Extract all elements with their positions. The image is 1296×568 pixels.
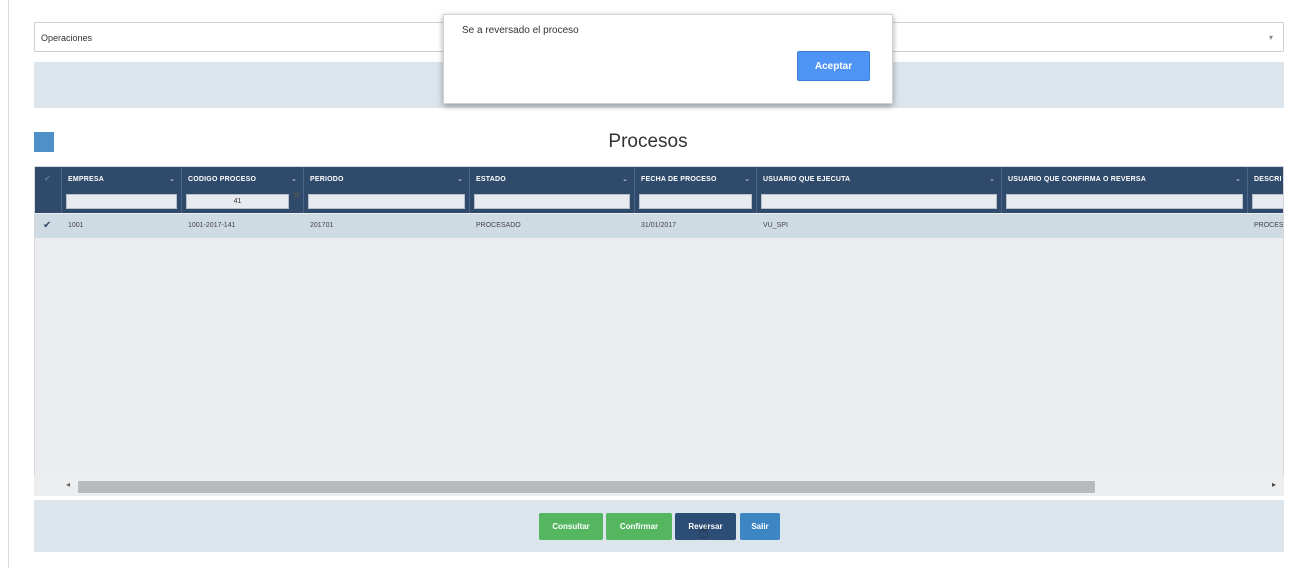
cell-empresa: 1001: [68, 222, 84, 229]
filter-input-periodo[interactable]: [308, 194, 465, 209]
column-label: USUARIO QUE EJECUTA: [763, 176, 851, 183]
column-label: EMPRESA: [68, 176, 105, 183]
column-label: ESTADO: [476, 176, 506, 183]
consultar-button[interactable]: Consultar: [539, 513, 603, 540]
cell-estado: PROCESADO: [476, 222, 521, 229]
filter-input-codigo-proceso[interactable]: 41: [186, 194, 289, 209]
select-all-check-icon[interactable]: ✔: [44, 174, 51, 183]
column-periodo[interactable]: PERIODO ⌄: [304, 167, 470, 213]
page-left-border: [8, 0, 9, 568]
column-fecha-de-proceso[interactable]: FECHA DE PROCESO ⌄: [635, 167, 757, 213]
hand-cursor-icon: ☝: [698, 522, 709, 542]
column-empresa[interactable]: EMPRESA ⌄: [62, 167, 182, 213]
column-label: FECHA DE PROCESO: [641, 176, 717, 183]
dialog-message: Se a reversado el proceso: [462, 25, 579, 36]
column-codigo-proceso[interactable]: CODIGO PROCESO ⌄ 41 ✕: [182, 167, 304, 213]
sort-chevron-icon[interactable]: ⌄: [291, 175, 297, 183]
table-row[interactable]: ✔ 1001 1001-2017-141 201701 PROCESADO 31…: [35, 214, 1284, 238]
chevron-down-icon[interactable]: ▾: [1269, 23, 1273, 53]
column-usuario-que-confirma[interactable]: USUARIO QUE CONFIRMA O REVERSA ⌄: [1002, 167, 1248, 213]
cell-periodo: 201701: [310, 222, 334, 229]
filter-input-empresa[interactable]: [66, 194, 177, 209]
sort-chevron-icon[interactable]: ⌄: [744, 175, 750, 183]
alert-dialog: Se a reversado el proceso Aceptar: [443, 14, 893, 104]
scroll-right-icon[interactable]: ▸: [1272, 480, 1276, 489]
select-all-column[interactable]: ✔: [35, 167, 62, 213]
cell-codigo-proceso: 1001-2017-141: [188, 222, 236, 229]
scroll-left-icon[interactable]: ◂: [66, 480, 70, 489]
cell-fecha-de-proceso: 31/01/2017: [641, 222, 677, 229]
filter-input-descripcion[interactable]: [1252, 194, 1283, 209]
row-check-icon[interactable]: ✔: [43, 214, 51, 238]
column-usuario-que-ejecuta[interactable]: USUARIO QUE EJECUTA ⌄: [757, 167, 1002, 213]
filter-input-usuario-que-confirma[interactable]: [1006, 194, 1243, 209]
sort-chevron-icon[interactable]: ⌄: [457, 175, 463, 183]
column-label: CODIGO PROCESO: [188, 176, 257, 183]
column-label: DESCRI: [1254, 176, 1282, 183]
salir-button[interactable]: Salir: [740, 513, 780, 540]
filter-input-estado[interactable]: [474, 194, 630, 209]
sort-chevron-icon[interactable]: ⌄: [169, 175, 175, 183]
cell-usuario-que-ejecuta: VU_SPI: [763, 222, 788, 229]
grid-header: ✔ EMPRESA ⌄ CODIGO PROCESO ⌄ 41 ✕ PERIOD…: [35, 167, 1283, 213]
sort-chevron-icon[interactable]: ⌄: [989, 175, 995, 183]
filter-input-fecha-de-proceso[interactable]: [639, 194, 752, 209]
sort-chevron-icon[interactable]: ⌄: [1235, 175, 1241, 183]
filter-input-usuario-que-ejecuta[interactable]: [761, 194, 997, 209]
column-descripcion[interactable]: DESCRI: [1248, 167, 1283, 213]
aceptar-button[interactable]: Aceptar: [797, 51, 870, 81]
column-label: USUARIO QUE CONFIRMA O REVERSA: [1008, 176, 1146, 183]
confirmar-button[interactable]: Confirmar: [606, 513, 672, 540]
page-title: Procesos: [608, 131, 688, 152]
column-estado[interactable]: ESTADO ⌄: [470, 167, 635, 213]
clear-filter-icon[interactable]: ✕: [292, 189, 301, 202]
scrollbar-thumb[interactable]: [78, 481, 1095, 493]
column-label: PERIODO: [310, 176, 344, 183]
sort-chevron-icon[interactable]: ⌄: [622, 175, 628, 183]
process-grid: ✔ EMPRESA ⌄ CODIGO PROCESO ⌄ 41 ✕ PERIOD…: [34, 166, 1284, 496]
cell-descripcion: PROCES: [1254, 222, 1284, 229]
operations-select-value: Operaciones: [41, 33, 93, 43]
horizontal-scrollbar[interactable]: ◂ ▸: [34, 476, 1284, 496]
